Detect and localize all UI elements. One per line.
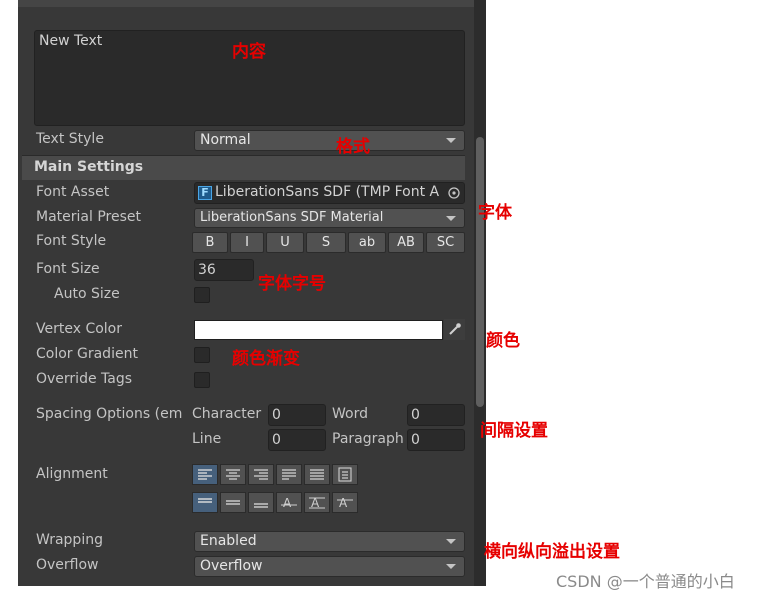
- align-bottom-icon[interactable]: [248, 492, 274, 513]
- paragraph-spacing-value: 0: [411, 432, 420, 448]
- material-preset-label: Material Preset: [36, 209, 141, 225]
- font-size-value: 36: [198, 262, 216, 278]
- font-size-input[interactable]: 36: [194, 259, 254, 281]
- annotation-font-size: 字体字号: [258, 274, 326, 294]
- overflow-value: Overflow: [200, 558, 263, 574]
- object-picker-icon[interactable]: [444, 183, 464, 203]
- annotation-content: 内容: [232, 42, 266, 62]
- font-style-strikethrough-button[interactable]: S: [306, 232, 346, 253]
- annotation-gradient: 颜色渐变: [232, 349, 300, 369]
- font-style-lowercase-button[interactable]: ab: [348, 232, 386, 253]
- annotation-format: 格式: [336, 137, 370, 157]
- override-tags-checkbox[interactable]: [194, 372, 210, 388]
- watermark: CSDN @一个普通的小白: [556, 572, 735, 591]
- font-size-label: Font Size: [36, 261, 100, 277]
- word-spacing-value: 0: [411, 407, 420, 423]
- color-gradient-label: Color Gradient: [36, 346, 138, 362]
- text-style-dropdown[interactable]: Normal: [194, 130, 465, 151]
- chevron-down-icon: [446, 138, 456, 143]
- main-settings-header[interactable]: Main Settings: [22, 155, 465, 180]
- paragraph-spacing-input[interactable]: 0: [407, 429, 465, 451]
- annotation-color: 颜色: [486, 331, 520, 351]
- font-style-label: Font Style: [36, 233, 107, 249]
- annotation-overflow: 横向纵向溢出设置: [484, 542, 620, 562]
- font-style-uppercase-button[interactable]: AB: [388, 232, 424, 253]
- auto-size-checkbox[interactable]: [194, 287, 210, 303]
- align-midline-icon[interactable]: A: [304, 492, 330, 513]
- overflow-dropdown[interactable]: Overflow: [194, 556, 465, 577]
- align-justified-icon[interactable]: [276, 464, 302, 485]
- align-right-icon[interactable]: [248, 464, 274, 485]
- color-gradient-checkbox[interactable]: [194, 347, 210, 363]
- annotation-font: 字体: [478, 203, 512, 223]
- line-spacing-input[interactable]: 0: [268, 429, 326, 451]
- align-capline-icon[interactable]: A: [332, 492, 358, 513]
- line-spacing-label: Line: [192, 431, 222, 447]
- font-style-italic-button[interactable]: I: [230, 232, 264, 253]
- vertex-color-label: Vertex Color: [36, 321, 123, 337]
- word-spacing-input[interactable]: 0: [407, 404, 465, 426]
- character-spacing-input[interactable]: 0: [268, 404, 326, 426]
- material-preset-dropdown[interactable]: LiberationSans SDF Material: [194, 208, 465, 228]
- character-spacing-label: Character: [192, 406, 262, 422]
- font-asset-value: LiberationSans SDF (TMP Font A: [215, 184, 440, 200]
- spacing-options-label: Spacing Options (em: [36, 406, 183, 422]
- alignment-label: Alignment: [36, 466, 108, 482]
- auto-size-label: Auto Size: [54, 286, 120, 302]
- text-style-label: Text Style: [36, 131, 104, 147]
- override-tags-label: Override Tags: [36, 371, 133, 387]
- font-asset-field[interactable]: F LiberationSans SDF (TMP Font A: [194, 182, 465, 204]
- top-strip: [18, 0, 474, 7]
- font-asset-label: Font Asset: [36, 184, 110, 200]
- line-spacing-value: 0: [272, 432, 281, 448]
- font-style-smallcaps-button[interactable]: SC: [426, 232, 465, 253]
- wrapping-value: Enabled: [200, 533, 257, 549]
- chevron-down-icon: [446, 539, 456, 544]
- text-input-value: New Text: [39, 33, 103, 49]
- annotation-spacing: 间隔设置: [480, 421, 548, 441]
- font-style-underline-button[interactable]: U: [266, 232, 304, 253]
- align-middle-icon[interactable]: [220, 492, 246, 513]
- svg-text:A: A: [339, 496, 348, 510]
- chevron-down-icon: [446, 216, 456, 221]
- overflow-label: Overflow: [36, 557, 99, 573]
- wrapping-label: Wrapping: [36, 532, 103, 548]
- paragraph-spacing-label: Paragraph: [332, 431, 404, 447]
- align-geometry-center-icon[interactable]: [332, 464, 358, 485]
- scrollbar-thumb[interactable]: [476, 137, 484, 407]
- chevron-down-icon: [446, 564, 456, 569]
- font-asset-icon: F: [198, 186, 212, 200]
- font-style-bold-button[interactable]: B: [192, 232, 228, 253]
- align-baseline-icon[interactable]: A: [276, 492, 302, 513]
- main-settings-title: Main Settings: [34, 159, 144, 175]
- material-preset-value: LiberationSans SDF Material: [200, 210, 384, 225]
- align-left-icon[interactable]: [192, 464, 218, 485]
- vertex-color-swatch[interactable]: [194, 320, 443, 340]
- eyedropper-icon[interactable]: [444, 319, 465, 340]
- character-spacing-value: 0: [272, 407, 281, 423]
- align-center-icon[interactable]: [220, 464, 246, 485]
- text-style-value: Normal: [200, 132, 251, 148]
- wrapping-dropdown[interactable]: Enabled: [194, 531, 465, 552]
- align-flush-icon[interactable]: [304, 464, 330, 485]
- word-spacing-label: Word: [332, 406, 368, 422]
- align-top-icon[interactable]: [192, 492, 218, 513]
- svg-text:A: A: [283, 496, 292, 510]
